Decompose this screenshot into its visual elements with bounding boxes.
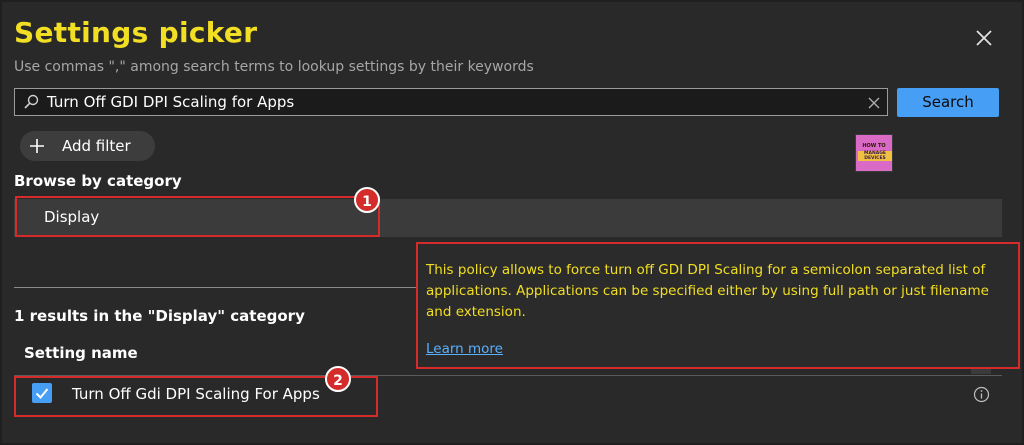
setting-name-column-header: Setting name: [24, 344, 138, 362]
add-filter-label: Add filter: [62, 137, 131, 155]
learn-more-link[interactable]: Learn more: [426, 341, 503, 357]
search-value[interactable]: Turn Off GDI DPI Scaling for Apps: [47, 93, 294, 111]
results-summary: 1 results in the "Display" category: [14, 307, 305, 325]
page-subtitle: Use commas "," among search terms to loo…: [14, 59, 534, 75]
plus-icon: [28, 137, 46, 155]
brand-logo: HOW TO MANAGE DEVICES: [855, 134, 893, 172]
tooltip-text: This policy allows to force turn off GDI…: [426, 262, 989, 320]
clear-search-icon[interactable]: [867, 95, 881, 109]
page-title: Settings picker: [14, 16, 258, 49]
browse-by-category-label: Browse by category: [14, 172, 182, 190]
info-icon[interactable]: [973, 386, 990, 403]
search-icon: [23, 94, 39, 110]
divider: [14, 287, 416, 288]
close-icon[interactable]: [972, 26, 996, 50]
highlight-box-2: [14, 376, 378, 417]
search-button[interactable]: Search: [897, 88, 999, 117]
setting-description-tooltip: This policy allows to force turn off GDI…: [416, 242, 1020, 369]
search-input[interactable]: Turn Off GDI DPI Scaling for Apps: [14, 88, 888, 116]
annotation-badge-1: 1: [354, 187, 380, 213]
annotation-badge-2: 2: [325, 366, 351, 392]
add-filter-button[interactable]: Add filter: [20, 131, 155, 161]
highlight-box-1: [15, 196, 380, 237]
